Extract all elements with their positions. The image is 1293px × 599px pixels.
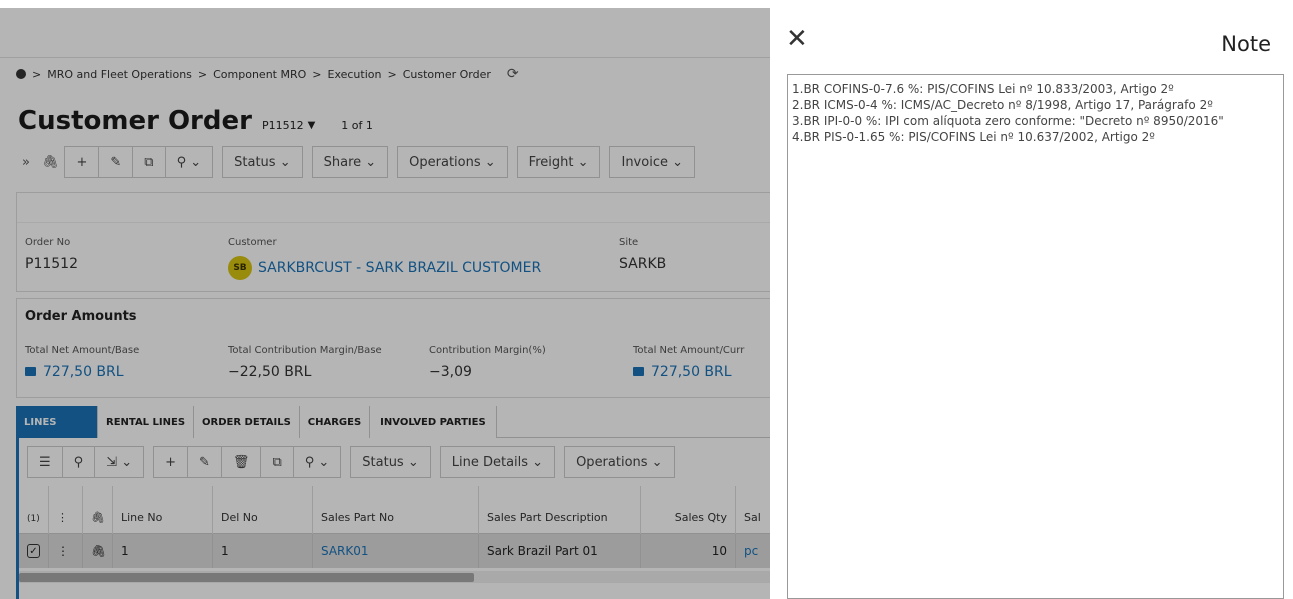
note-title: Note	[1221, 32, 1271, 56]
note-panel: ✕ Note 1.BR COFINS-0-7.6 %: PIS/COFINS L…	[770, 8, 1293, 599]
note-textarea[interactable]: 1.BR COFINS-0-7.6 %: PIS/COFINS Lei nº 1…	[787, 74, 1284, 599]
modal-overlay[interactable]	[0, 8, 770, 599]
close-icon[interactable]: ✕	[786, 26, 808, 52]
